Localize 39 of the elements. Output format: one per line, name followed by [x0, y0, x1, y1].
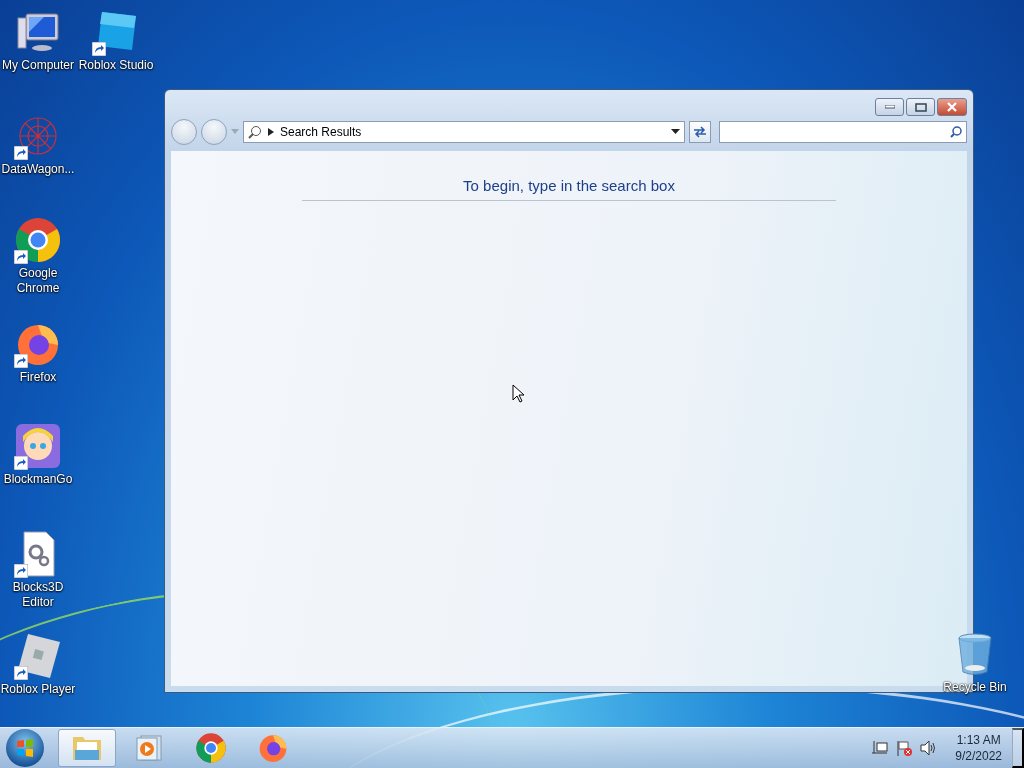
address-text: Search Results: [280, 125, 363, 139]
refresh-button[interactable]: [689, 121, 711, 143]
breadcrumb-arrow-icon[interactable]: [268, 128, 274, 136]
maximize-button[interactable]: [906, 98, 935, 116]
search-hint-text: To begin, type in the search box: [302, 177, 836, 201]
show-desktop-button[interactable]: [1012, 728, 1024, 768]
desktop-icon-label[interactable]: DataWagon...: [1, 162, 75, 177]
desktop-icon-label[interactable]: Roblox Studio: [78, 58, 154, 73]
date-text: 9/2/2022: [955, 748, 1002, 764]
network-icon[interactable]: [871, 739, 890, 757]
search-icon: [248, 125, 262, 139]
time-text: 1:13 AM: [956, 732, 1001, 748]
search-field[interactable]: [719, 121, 967, 143]
chrome-icon: [14, 216, 62, 264]
speaker-icon[interactable]: [919, 739, 938, 757]
desktop-icon-label[interactable]: Google Chrome: [0, 266, 78, 296]
desktop-icon-label[interactable]: BlockmanGo: [3, 472, 73, 487]
desktop-icon-label[interactable]: Roblox Player: [0, 682, 76, 697]
close-button[interactable]: [937, 98, 967, 116]
desktop-icon-label[interactable]: Blocks3D Editor: [0, 580, 78, 610]
media-player-icon: [135, 734, 163, 762]
desktop-icon-label[interactable]: My Computer: [2, 58, 74, 73]
flag-error-icon[interactable]: [895, 739, 914, 757]
dropdown-arrow-icon[interactable]: [671, 129, 680, 135]
mouse-cursor-icon: [512, 384, 525, 403]
clock[interactable]: 1:13 AM 9/2/2022: [955, 732, 1002, 764]
desktop-icon-label[interactable]: Firefox: [19, 370, 57, 385]
maximize-icon: [914, 102, 927, 112]
chrome-icon: [195, 732, 227, 764]
firefox-icon: [257, 732, 289, 764]
cartoon-character-icon: [14, 422, 62, 470]
address-bar[interactable]: Search Results: [243, 121, 685, 143]
minimize-icon: [884, 105, 895, 109]
close-icon: [946, 102, 958, 112]
refresh-icon: [692, 125, 708, 139]
search-icon[interactable]: [950, 126, 962, 138]
minimize-button[interactable]: [875, 98, 904, 116]
start-button[interactable]: [6, 729, 44, 767]
taskbar-app-button[interactable]: [58, 729, 116, 767]
